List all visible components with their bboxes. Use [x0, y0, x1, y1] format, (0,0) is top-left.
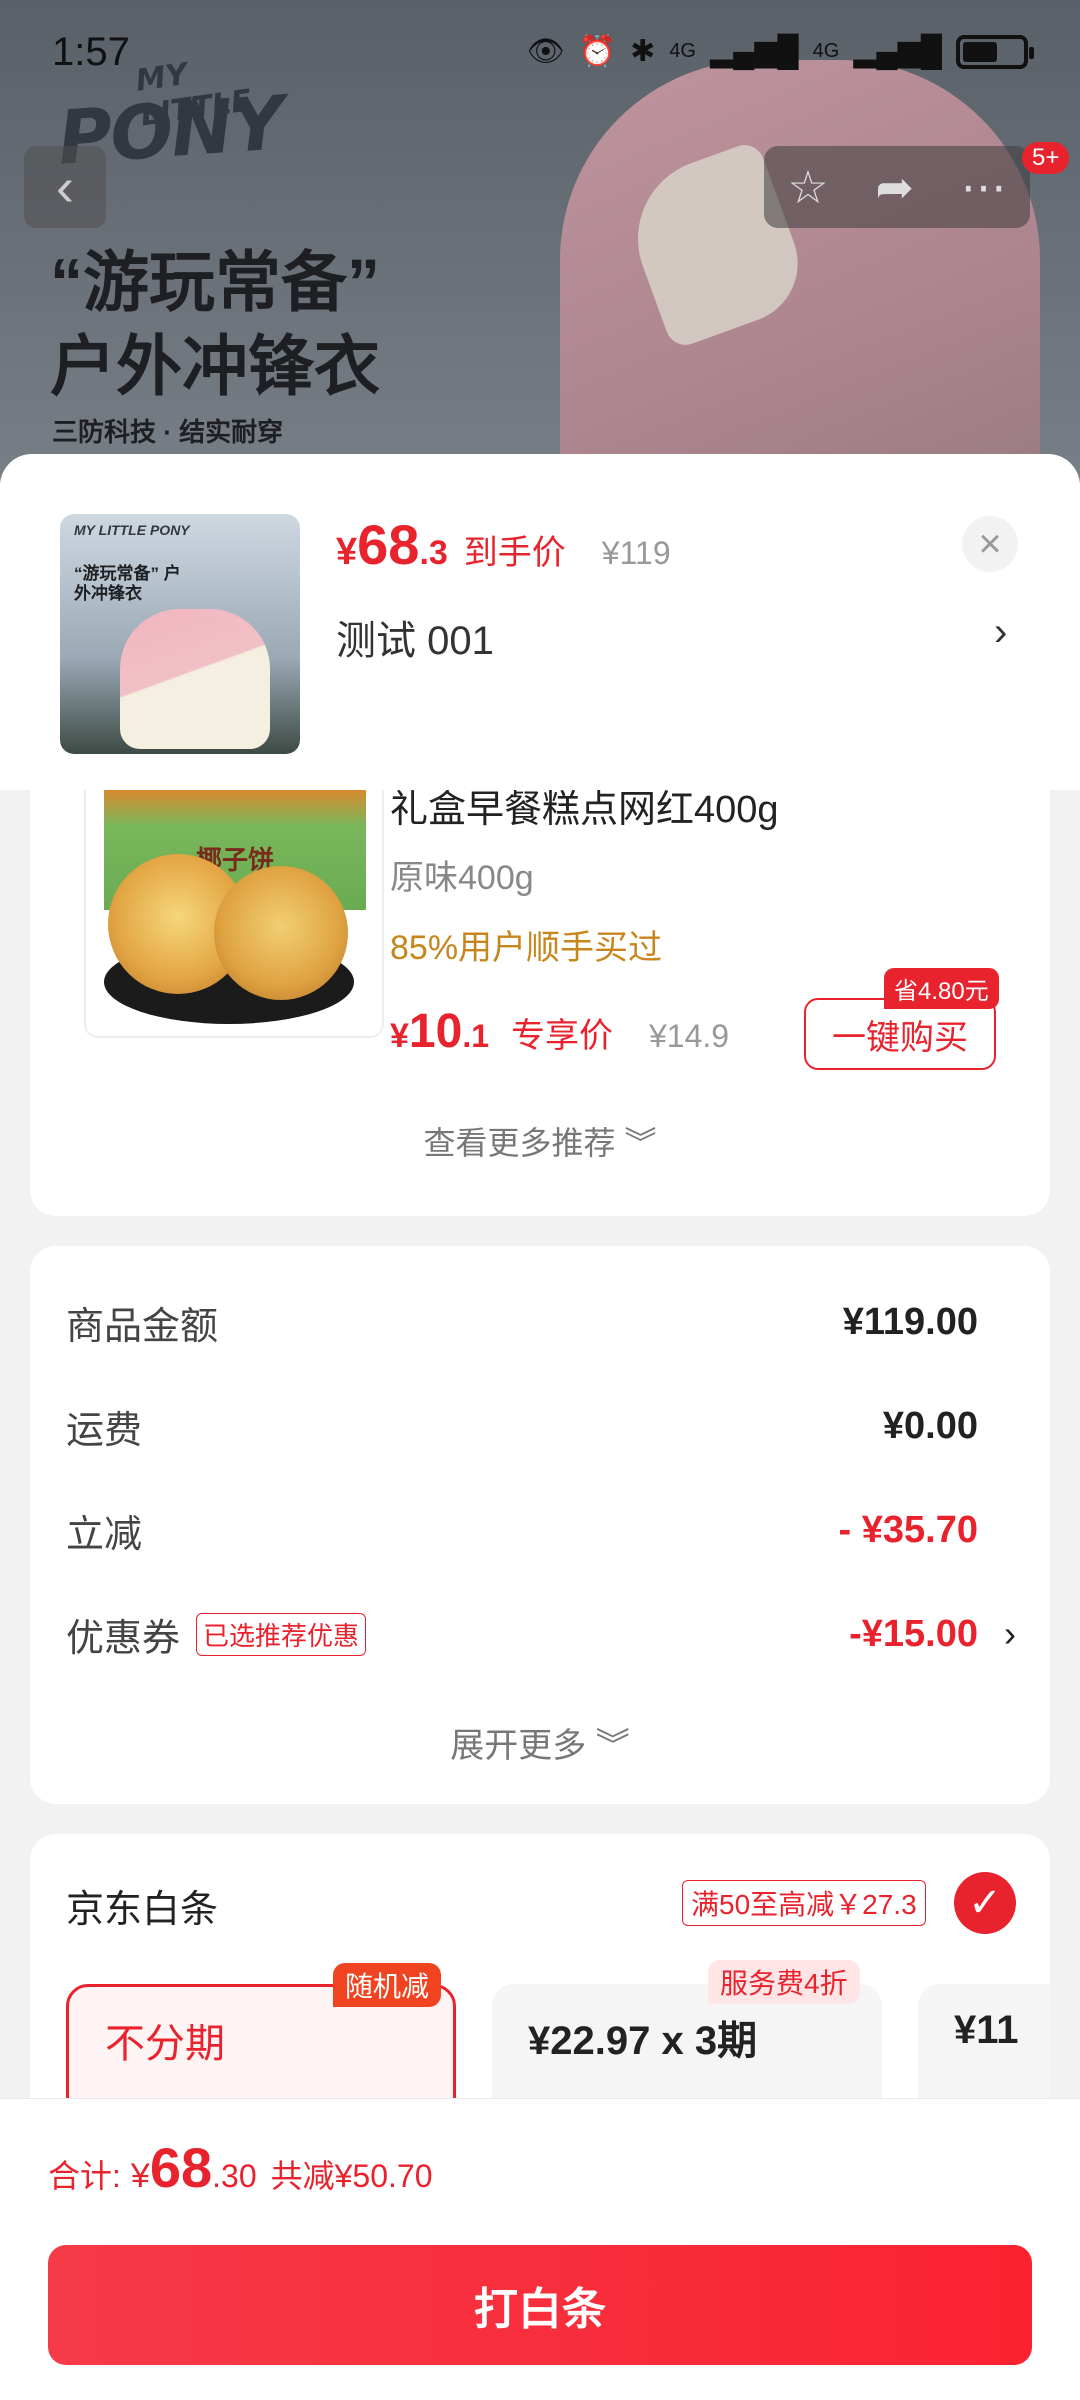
total-decimal: .30 — [212, 2158, 257, 2194]
bottom-bar: 合计: ¥ 68 .30 共减¥50.70 打白条 — [0, 2098, 1080, 2400]
notification-badge: 5+ — [1022, 142, 1070, 174]
close-icon: × — [978, 521, 1002, 566]
thumb-logo: MY LITTLE PONY — [74, 522, 190, 538]
jacket-image — [560, 60, 1040, 500]
row-label: 立减 — [66, 1513, 143, 1556]
cake-image — [214, 866, 348, 1000]
headline-line-1: “游玩常备” — [50, 245, 380, 319]
original-price: ¥119 — [601, 535, 671, 571]
rec-price-currency: ¥ — [390, 1017, 409, 1055]
plan-label: 不分期 — [105, 2022, 225, 2066]
total-savings: 共减¥50.70 — [270, 2158, 433, 2194]
chevron-right-icon: › — [1004, 1613, 1016, 1654]
recommendation-title[interactable]: 礼盒早餐糕点网红400g — [390, 790, 779, 833]
chevron-right-icon[interactable]: › — [994, 610, 1007, 655]
thumb-jacket-image — [120, 609, 270, 749]
plan-badge: 服务费4折 — [708, 1960, 860, 2004]
payment-title: 京东白条 — [66, 1889, 219, 1931]
network-label-2: 4G — [812, 40, 840, 62]
thumb-title: “游玩常备” 户外冲锋衣 — [74, 564, 181, 603]
rec-price-decimal: .1 — [462, 1018, 489, 1054]
rec-original-price: ¥14.9 — [649, 1018, 730, 1054]
recommendation-image[interactable]: 椰子饼 — [84, 790, 384, 1038]
bluetooth-icon: ✱ — [630, 35, 656, 68]
sheet-header: MY LITTLE PONY “游玩常备” 户外冲锋衣 ¥ 68 .3 到手价 … — [0, 454, 1080, 790]
status-icons: 👁 ⏰ ✱ 4G ▂▄▆█ 4G ▂▄▆█ — [526, 34, 1034, 69]
plan-label: ¥11 — [954, 2008, 1019, 2052]
expand-more-button[interactable]: 展开更多 ︾ — [30, 1718, 1050, 1767]
row-coupon[interactable]: 优惠券 已选推荐优惠 -¥15.00 › — [66, 1604, 1016, 1664]
headline-line-2: 户外冲锋衣 — [50, 329, 380, 403]
row-value: ¥119.00 — [842, 1300, 978, 1343]
payment-promo: 满50至高减￥27.3 — [682, 1880, 926, 1926]
rec-price-integer: 10 — [408, 1005, 463, 1058]
order-total: 合计: ¥ 68 .30 共减¥50.70 — [48, 2135, 433, 2200]
banner-subline: 三防科技 · 结实耐穿 — [52, 417, 284, 447]
row-label: 优惠券 — [66, 1617, 181, 1660]
row-item-amount: 商品金额 ¥119.00 — [66, 1292, 1016, 1352]
chevron-left-icon: ‹ — [56, 157, 74, 217]
rec-price-label: 专享价 — [511, 1017, 613, 1055]
row-shipping: 运费 ¥0.00 — [66, 1396, 1016, 1456]
row-label: 运费 — [66, 1409, 143, 1452]
top-actions: ☆ ➦ ⋯ — [764, 146, 1030, 228]
more-icon[interactable]: ⋯ — [961, 160, 1007, 214]
row-label: 商品金额 — [66, 1305, 219, 1348]
pay-with-baitiao-button[interactable]: 打白条 — [48, 2245, 1032, 2365]
row-value: ¥0.00 — [882, 1404, 978, 1447]
plan-badge: 随机减 — [333, 1963, 442, 2007]
status-bar: 1:57 👁 ⏰ ✱ 4G ▂▄▆█ 4G ▂▄▆█ — [0, 0, 1080, 110]
network-label-1: 4G — [669, 40, 696, 62]
save-badge: 省4.80元 — [884, 968, 999, 1009]
alarm-icon: ⏰ — [578, 35, 617, 68]
total-integer: 68 — [149, 2136, 213, 2199]
more-recommendations-link[interactable]: 查看更多推荐 ︾ — [30, 1118, 1050, 1164]
signal-icon: ▂▄▆█ — [853, 35, 942, 68]
price-currency: ¥ — [336, 531, 358, 573]
total-label: 合计: — [48, 2158, 121, 2194]
coupon-tag: 已选推荐优惠 — [196, 1612, 367, 1656]
price-label: 到手价 — [463, 534, 566, 572]
eye-icon: 👁 — [526, 35, 565, 68]
back-button[interactable]: ‹ — [24, 146, 106, 228]
banner-headline: “游玩常备” 户外冲锋衣 — [50, 240, 380, 408]
row-discount: 立减 - ¥35.70 — [66, 1500, 1016, 1560]
recommendation-card: 椰子饼 礼盒早餐糕点网红400g 原味400g 85%用户顺手买过 ¥ 10 .… — [30, 790, 1050, 1216]
total-currency: ¥ — [130, 2157, 150, 2195]
check-icon[interactable]: ✓ — [954, 1872, 1016, 1934]
row-value: - ¥35.70 — [838, 1508, 978, 1551]
close-button[interactable]: × — [962, 516, 1018, 572]
battery-icon — [956, 34, 1034, 69]
selected-variant[interactable]: 测试 001 — [336, 608, 494, 666]
amount-breakdown: 商品金额 ¥119.00 运费 ¥0.00 立减 - ¥35.70 优惠券 已选… — [30, 1246, 1050, 1804]
social-proof: 85%用户顺手买过 — [390, 929, 663, 967]
clock: 1:57 — [52, 30, 130, 74]
share-icon[interactable]: ➦ — [875, 160, 914, 214]
product-price: ¥ 68 .3 到手价 ¥119 — [336, 512, 671, 577]
star-icon[interactable]: ☆ — [787, 160, 828, 214]
plan-label: ¥22.97 x 3期 — [528, 2019, 758, 2063]
product-thumbnail[interactable]: MY LITTLE PONY “游玩常备” 户外冲锋衣 — [60, 514, 300, 754]
signal-icon: ▂▄▆█ — [710, 35, 799, 68]
recommendation-price: ¥ 10 .1 专享价 ¥14.9 — [390, 1004, 729, 1059]
price-decimal: .3 — [419, 534, 448, 572]
price-integer: 68 — [357, 513, 420, 576]
row-value: -¥15.00 — [849, 1612, 978, 1655]
recommendation-spec: 原味400g — [390, 859, 534, 897]
